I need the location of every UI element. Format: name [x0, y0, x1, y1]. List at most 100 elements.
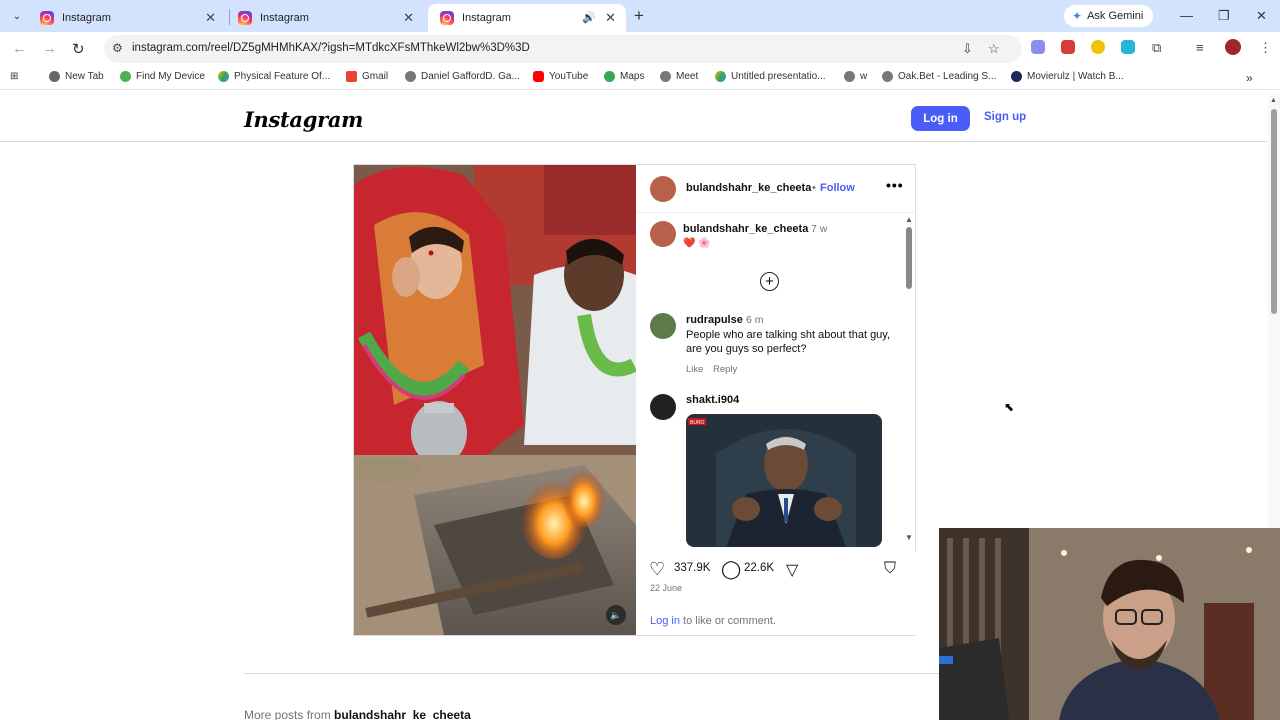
caption-author-username[interactable]: bulandshahr_ke_cheeta — [683, 223, 808, 235]
globe-icon — [405, 71, 416, 82]
minimize-icon[interactable]: — — [1180, 8, 1193, 23]
browser-tab-2[interactable]: Instagram ✕ — [226, 4, 424, 32]
restore-icon[interactable]: ❐ — [1218, 8, 1230, 24]
instagram-header: Instagram Log in Sign up — [0, 95, 1268, 142]
bookmarks-bar: ⊞ New Tab Find My Device Physical Featur… — [0, 66, 1280, 90]
bookmark-youtube[interactable]: YouTube — [533, 71, 588, 82]
tab-close-icon[interactable]: ✕ — [605, 10, 616, 26]
comment-bubble-icon[interactable]: ◯ — [721, 559, 741, 580]
reload-icon[interactable]: ↻ — [72, 40, 85, 58]
bookmark-label: Movierulz | Watch B... — [1027, 71, 1124, 82]
more-posts-username[interactable]: bulandshahr_ke_cheeta — [334, 708, 471, 720]
address-bar[interactable]: ⚙ instagram.com/reel/DZ5gMHMhKAX/?igsh=M… — [104, 35, 1022, 63]
extension-3-icon[interactable] — [1091, 40, 1105, 54]
browser-tab-1[interactable]: Instagram ✕ — [28, 4, 226, 32]
login-prompt-text: to like or comment. — [679, 615, 776, 627]
extension-2-icon[interactable] — [1061, 40, 1075, 54]
comment-reply-link[interactable]: Reply — [713, 364, 737, 375]
comments-scrollbar[interactable]: ▲ ▼ — [905, 215, 913, 545]
site-info-icon[interactable]: ⚙ — [112, 41, 123, 55]
reel-video[interactable]: 🔈 — [354, 165, 636, 635]
scroll-thumb[interactable] — [906, 227, 912, 289]
audio-playing-icon[interactable]: 🔊 — [582, 11, 596, 24]
bookmark-gmail[interactable]: Gmail — [346, 71, 388, 82]
bookmark-label: YouTube — [549, 71, 589, 82]
post-date: 22 June — [650, 583, 683, 593]
bookmark-find-my-device[interactable]: Find My Device — [120, 71, 205, 82]
back-arrow-icon[interactable]: ← — [12, 40, 27, 57]
bookmark-label: Maps — [620, 71, 645, 82]
extensions-puzzle-icon[interactable]: ⧉ — [1152, 40, 1161, 56]
commenter-avatar[interactable] — [650, 313, 676, 339]
apps-grid-icon[interactable]: ⊞ — [10, 71, 18, 82]
instagram-favicon-icon — [440, 11, 454, 25]
scroll-down-arrow-icon[interactable]: ▼ — [905, 533, 913, 542]
bookmark-label: New Tab — [65, 71, 104, 82]
bookmark-movierulz[interactable]: Movierulz | Watch B... — [1011, 71, 1124, 82]
reel-post: 🔈 bulandshahr_ke_cheeta • Follow ••• bul… — [353, 164, 916, 636]
page-scroll-thumb[interactable] — [1271, 109, 1277, 314]
log-in-button[interactable]: Log in — [911, 106, 970, 131]
gemini-sparkle-icon: ✦ — [1072, 9, 1083, 23]
more-options-icon[interactable]: ••• — [886, 177, 904, 193]
bookmark-label: w — [860, 71, 868, 82]
caption-author-avatar[interactable] — [650, 221, 676, 247]
globe-icon — [49, 71, 60, 82]
heart-like-icon[interactable]: ♡ — [649, 559, 665, 580]
extension-1-icon[interactable] — [1031, 40, 1045, 54]
share-send-icon[interactable]: ▽ — [786, 560, 798, 580]
instagram-favicon-icon — [40, 11, 54, 25]
bookmark-maps[interactable]: Maps — [604, 71, 644, 82]
bookmark-label: Physical Feature Of... — [234, 71, 331, 82]
commenter-username[interactable]: shakt.i904 — [686, 394, 739, 406]
comment-like-link[interactable]: Like — [686, 364, 703, 375]
commenter-username[interactable]: rudrapulse — [686, 314, 743, 326]
sign-up-link[interactable]: Sign up — [984, 111, 1026, 123]
bookmark-w[interactable]: w — [844, 71, 867, 82]
page-scroll-up-icon[interactable]: ▲ — [1270, 97, 1277, 104]
forward-arrow-icon[interactable]: → — [42, 40, 57, 57]
tab-title: Instagram — [260, 12, 309, 24]
install-app-icon[interactable]: ⇩ — [962, 41, 973, 57]
commenter-avatar[interactable] — [650, 394, 676, 420]
tab-close-icon[interactable]: ✕ — [205, 10, 216, 26]
browser-tab-3-active[interactable]: Instagram 🔊 ✕ — [428, 4, 626, 32]
more-bookmarks-chevron-icon[interactable]: » — [1246, 71, 1253, 85]
tab-strip: ⌄ Instagram ✕ Instagram ✕ Instagram 🔊 ✕ … — [0, 0, 1280, 32]
globe-icon — [844, 71, 855, 82]
ask-gemini-button[interactable]: ✦ Ask Gemini — [1064, 5, 1154, 27]
caption-text: ❤️ 🌸 — [683, 238, 711, 249]
url-text[interactable]: instagram.com/reel/DZ5gMHMhKAX/?igsh=MTd… — [132, 42, 530, 54]
bookmark-new-tab[interactable]: New Tab — [49, 71, 104, 82]
load-more-comments-plus-icon[interactable]: + — [760, 272, 779, 291]
instagram-logo[interactable]: Instagram — [244, 107, 363, 132]
webcam-overlay — [939, 528, 1280, 720]
bookmark-physical-feature[interactable]: Physical Feature Of... — [218, 71, 330, 82]
profile-avatar-icon[interactable] — [1225, 39, 1241, 55]
maps-pin-icon — [604, 71, 615, 82]
bookmark-label: Meet — [676, 71, 699, 82]
bookmark-star-icon[interactable]: ☆ — [988, 41, 1000, 57]
volume-icon[interactable]: 🔈 — [606, 605, 626, 625]
new-tab-plus-icon[interactable]: + — [634, 6, 644, 26]
follow-button[interactable]: Follow — [820, 182, 855, 194]
scroll-up-arrow-icon[interactable]: ▲ — [905, 215, 913, 224]
extension-4-icon[interactable] — [1121, 40, 1135, 54]
bookmark-daniel-gafford[interactable]: Daniel GaffordD. Ga... — [405, 71, 520, 82]
bookmark-oakbet[interactable]: Oak.Bet - Leading S... — [882, 71, 996, 82]
login-prompt-link[interactable]: Log in — [650, 615, 680, 627]
tab-search-chevron-icon[interactable]: ⌄ — [6, 6, 28, 26]
browser-toolbar: ← → ↻ ⚙ instagram.com/reel/DZ5gMHMhKAX/?… — [0, 32, 1280, 66]
save-bookmark-icon[interactable]: ⛉ — [884, 560, 896, 578]
window-close-icon[interactable]: ✕ — [1256, 8, 1267, 24]
webcam-person-image — [939, 528, 1280, 720]
bookmark-untitled-presentation[interactable]: Untitled presentatio... — [715, 71, 826, 82]
media-controls-icon[interactable]: ≡ — [1196, 40, 1204, 55]
author-username[interactable]: bulandshahr_ke_cheeta — [686, 182, 811, 194]
comment-count: 22.6K — [744, 562, 775, 574]
tab-close-icon[interactable]: ✕ — [403, 10, 414, 26]
bookmark-meet[interactable]: Meet — [660, 71, 698, 82]
chrome-menu-icon[interactable]: ⋮ — [1259, 40, 1272, 56]
author-avatar[interactable] — [650, 176, 676, 202]
caption-timestamp: 7 w — [811, 223, 828, 235]
